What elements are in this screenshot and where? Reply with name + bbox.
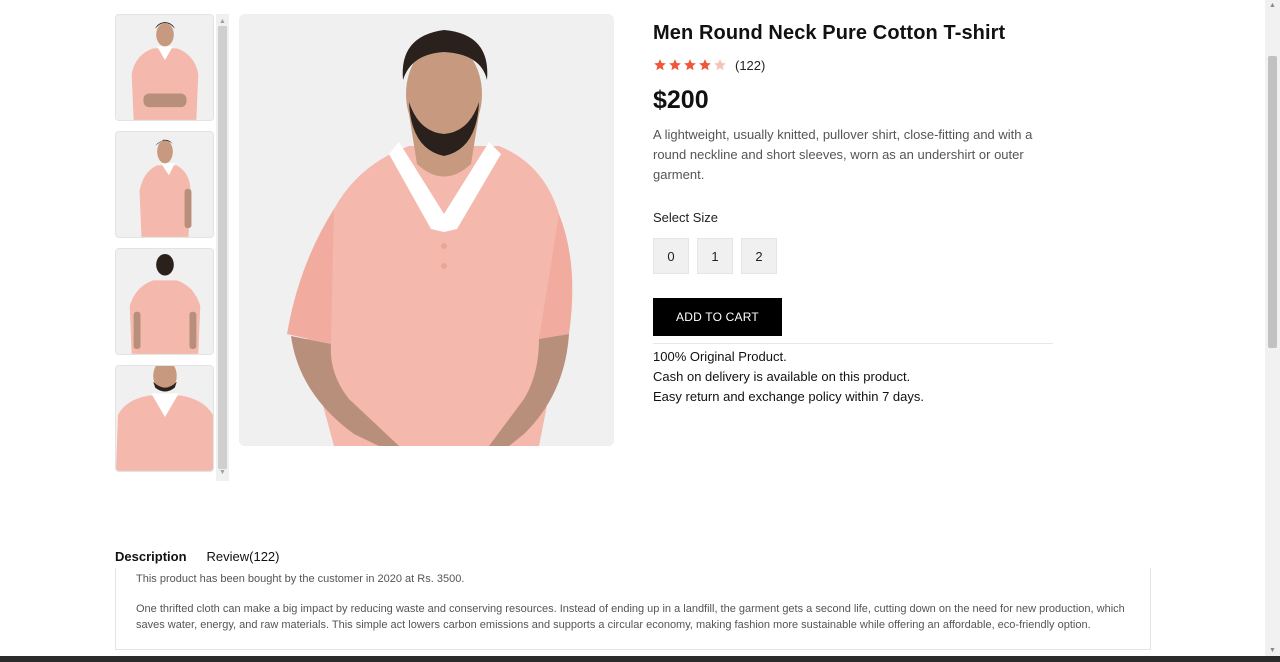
star-icon <box>699 59 711 71</box>
star-icon <box>669 59 681 71</box>
scroll-down-icon[interactable]: ▼ <box>216 468 229 478</box>
rating-count: (122) <box>735 57 766 73</box>
divider <box>653 343 1053 344</box>
thumbnail-front[interactable] <box>115 14 214 121</box>
note-cod: Cash on delivery is available on this pr… <box>653 369 911 384</box>
page-scroll-down-icon[interactable]: ▼ <box>1265 647 1280 654</box>
thumbnail-side-image <box>116 132 213 237</box>
star-icon <box>654 59 666 71</box>
size-option-1[interactable]: 1 <box>697 238 733 274</box>
page-scroll-thumb[interactable] <box>1268 56 1277 348</box>
sustainability-text: One thrifted cloth can make a big impact… <box>136 602 1125 632</box>
page-scroll-up-icon[interactable]: ▲ <box>1265 2 1280 9</box>
size-option-2[interactable]: 2 <box>741 238 777 274</box>
size-option-0[interactable]: 0 <box>653 238 689 274</box>
thumbnail-side[interactable] <box>115 131 214 238</box>
thumbnail-back-image <box>116 249 213 354</box>
product-policy-notes: 100% Original Product. Cash on delivery … <box>653 347 1053 407</box>
size-options: 0 1 2 <box>653 238 1053 274</box>
thumbnail-closeup[interactable] <box>115 365 214 472</box>
product-title: Men Round Neck Pure Cotton T-shirt <box>653 22 1006 44</box>
note-original: 100% Original Product. <box>653 349 787 364</box>
taskbar <box>0 656 1280 662</box>
product-info: Men Round Neck Pure Cotton T-shirt (122)… <box>653 22 1053 407</box>
star-icon <box>684 59 696 71</box>
description-panel: This product has been bought by the cust… <box>115 568 1151 650</box>
tab-review[interactable]: Review(122) <box>207 549 280 564</box>
product-description: A lightweight, usually knitted, pullover… <box>653 127 1033 182</box>
page-scrollbar[interactable]: ▲ ▼ <box>1265 0 1280 656</box>
thumbnail-list <box>115 14 215 472</box>
note-return-policy: Easy return and exchange policy within 7… <box>653 389 924 404</box>
thumbnail-front-image <box>116 15 213 120</box>
main-product-image <box>239 14 614 446</box>
add-to-cart-button[interactable]: ADD TO CART <box>653 298 782 336</box>
product-rating[interactable]: (122) <box>653 57 1053 73</box>
thumbnail-scroll-thumb[interactable] <box>218 26 227 469</box>
tab-description[interactable]: Description <box>115 549 187 564</box>
rating-stars <box>653 58 728 72</box>
product-tabs: Description Review(122) <box>115 549 280 564</box>
star-icon <box>714 59 726 71</box>
product-price: $200 <box>653 86 709 114</box>
select-size-label: Select Size <box>653 210 719 225</box>
thumbnail-scrollbar[interactable]: ▲ ▼ <box>216 14 229 481</box>
thumbnail-closeup-image <box>116 366 213 471</box>
purchase-history-text: This product has been bought by the cust… <box>136 573 465 585</box>
thumbnail-back[interactable] <box>115 248 214 355</box>
